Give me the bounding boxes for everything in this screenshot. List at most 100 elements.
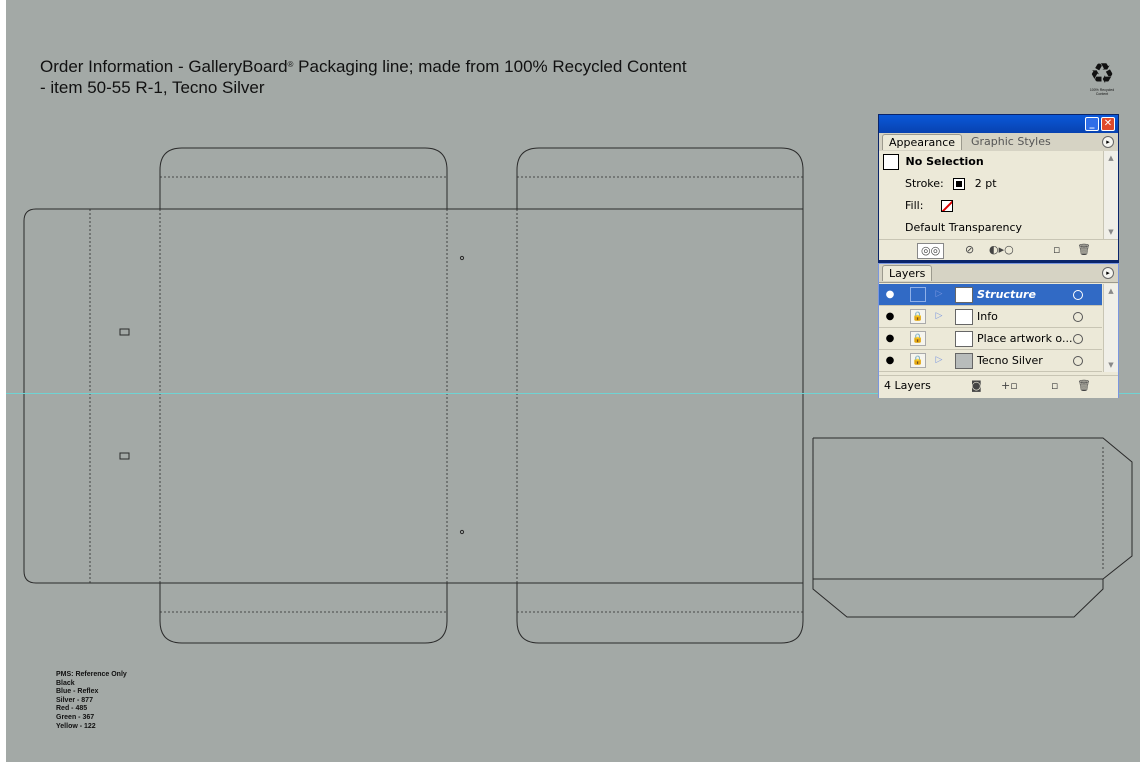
- panel-menu-button[interactable]: ▸: [1102, 136, 1114, 148]
- selection-label: No Selection: [905, 155, 984, 168]
- fill-none-swatch[interactable]: [940, 200, 953, 212]
- visibility-eye-icon[interactable]: ●: [882, 353, 898, 368]
- appearance-panel: _ ✕ Appearance Graphic Styles ▸ No Selec…: [878, 114, 1119, 263]
- slot-upper: [119, 328, 130, 336]
- appearance-scrollbar[interactable]: ▲ ▼: [1103, 151, 1118, 239]
- main-body-outline: [90, 208, 804, 584]
- bottom-flap-1: [159, 583, 448, 644]
- layer-row-structure[interactable]: ● ▷ Structure: [879, 284, 1102, 306]
- pms-line: Black: [56, 679, 75, 687]
- expand-triangle-icon[interactable]: ▷: [934, 309, 944, 324]
- appearance-body: No Selection Stroke: 2 pt Fill: Default …: [879, 151, 1118, 260]
- minimize-button[interactable]: _: [1085, 117, 1099, 131]
- pms-line: Blue - Reflex: [56, 688, 99, 696]
- scroll-up-icon[interactable]: ▲: [1106, 286, 1116, 296]
- reduce-to-basic-icon[interactable]: ◐▸○: [989, 243, 1014, 257]
- transparency-label: Default Transparency: [905, 221, 1023, 234]
- stroke-color-icon: [956, 181, 963, 187]
- lock-toggle[interactable]: [910, 287, 926, 302]
- stroke-swatch[interactable]: [953, 178, 966, 190]
- layer-target-icon[interactable]: [1073, 312, 1083, 322]
- new-sublayer-icon[interactable]: +▫: [1001, 379, 1018, 393]
- hole-lower: [459, 529, 465, 535]
- layer-target-icon[interactable]: [1073, 334, 1083, 344]
- delete-layer-icon[interactable]: 🗑: [1077, 379, 1091, 393]
- delete-item-icon[interactable]: 🗑: [1077, 243, 1091, 257]
- tab-appearance[interactable]: Appearance: [882, 134, 963, 150]
- layer-name[interactable]: Info: [977, 306, 998, 328]
- lock-icon[interactable]: 🔒: [910, 309, 926, 324]
- selection-swatch: [883, 154, 899, 170]
- layer-target-icon[interactable]: [1073, 290, 1083, 300]
- layer-thumbnail: [955, 287, 973, 303]
- new-art-basic-icon[interactable]: ◎◎: [917, 243, 945, 259]
- visibility-eye-icon[interactable]: ●: [882, 287, 898, 302]
- layer-row-place-artwork[interactable]: ● 🔒 Place artwork o...: [879, 328, 1102, 350]
- top-flap-2: [516, 147, 804, 209]
- fill-row[interactable]: Fill:: [879, 195, 1102, 217]
- lock-icon[interactable]: 🔒: [910, 331, 926, 346]
- bottom-flap-2: [516, 583, 804, 644]
- pms-line: Yellow - 122: [56, 722, 96, 730]
- expand-triangle-icon[interactable]: ▷: [934, 353, 944, 368]
- layers-bottombar: 4 Layers ◙ +▫ ▫ 🗑: [879, 375, 1118, 398]
- pms-line: Green - 367: [56, 713, 95, 721]
- recycle-logo: ♻ 100% Recycled Content: [1087, 57, 1117, 97]
- recycle-logo-caption: 100% Recycled Content: [1089, 88, 1115, 96]
- fill-label: Fill:: [905, 199, 924, 212]
- layers-menu-button[interactable]: ▸: [1102, 267, 1114, 279]
- pms-line: Silver - 877: [56, 696, 93, 704]
- tab-graphic-styles[interactable]: Graphic Styles: [965, 134, 1057, 150]
- transparency-row[interactable]: Default Transparency: [879, 217, 1102, 239]
- stroke-label: Stroke:: [905, 177, 944, 190]
- visibility-eye-icon[interactable]: ●: [882, 331, 898, 346]
- layer-thumbnail: [955, 331, 973, 347]
- title-line1-pre: Order Information - GalleryBoard: [40, 57, 288, 76]
- layer-thumbnail: [955, 353, 973, 369]
- order-info-title: Order Information - GalleryBoard® Packag…: [40, 56, 687, 98]
- clear-appearance-icon[interactable]: ⊘: [965, 243, 974, 257]
- registered-mark: ®: [287, 60, 294, 69]
- slot-lower: [119, 452, 130, 460]
- layer-name[interactable]: Tecno Silver: [977, 350, 1043, 372]
- layer-thumbnail: [955, 309, 973, 325]
- duplicate-item-icon[interactable]: ▫: [1053, 243, 1060, 257]
- none-slash-icon: [941, 201, 952, 211]
- layers-tabrow: Layers ▸: [879, 264, 1118, 283]
- stroke-value: 2 pt: [974, 177, 997, 190]
- recycle-icon: ♻: [1089, 57, 1115, 90]
- title-line2: - item 50-55 R-1, Tecno Silver: [40, 78, 265, 97]
- tuck-flap: [812, 579, 1104, 618]
- scroll-down-icon[interactable]: ▼: [1106, 360, 1116, 370]
- layers-scrollbar[interactable]: ▲ ▼: [1103, 284, 1118, 372]
- scroll-up-icon[interactable]: ▲: [1106, 153, 1116, 163]
- appearance-tabrow: Appearance Graphic Styles ▸: [879, 133, 1118, 152]
- layer-name[interactable]: Place artwork o...: [977, 328, 1072, 350]
- stroke-row[interactable]: Stroke: 2 pt: [879, 173, 1102, 195]
- layer-row-tecno-silver[interactable]: ● 🔒 ▷ Tecno Silver: [879, 350, 1102, 372]
- selection-row[interactable]: No Selection: [879, 151, 1102, 173]
- layers-panel: Layers ▸ ● ▷ Structure ● 🔒 ▷ Info ● 🔒 Pl…: [878, 263, 1119, 398]
- layer-name[interactable]: Structure: [977, 284, 1036, 306]
- title-line1-post: Packaging line; made from 100% Recycled …: [293, 57, 687, 76]
- tuck-panel-outline: [812, 437, 1133, 580]
- close-button[interactable]: ✕: [1101, 117, 1115, 131]
- scroll-down-icon[interactable]: ▼: [1106, 227, 1116, 237]
- panel-titlebar[interactable]: _ ✕: [879, 115, 1118, 133]
- pms-line: Red - 485: [56, 705, 88, 713]
- expand-triangle-icon[interactable]: ▷: [934, 287, 944, 302]
- tab-layers[interactable]: Layers: [882, 265, 933, 281]
- hole-upper: [459, 255, 465, 261]
- left-side-panel-outline: [23, 208, 90, 584]
- visibility-eye-icon[interactable]: ●: [882, 309, 898, 324]
- top-flap-1: [159, 147, 448, 209]
- layer-count: 4 Layers: [884, 379, 931, 392]
- layer-row-info[interactable]: ● 🔒 ▷ Info: [879, 306, 1102, 328]
- lock-icon[interactable]: 🔒: [910, 353, 926, 368]
- pms-line: PMS: Reference Only: [56, 671, 127, 678]
- layer-target-icon[interactable]: [1073, 356, 1083, 366]
- new-layer-icon[interactable]: ▫: [1051, 379, 1058, 393]
- appearance-bottombar: ◎◎ ⊘ ◐▸○ ▫ 🗑: [879, 239, 1118, 260]
- pms-notes: PMS: Reference Only Black Blue - Reflex …: [56, 671, 127, 731]
- make-clipping-mask-icon[interactable]: ◙: [971, 379, 982, 393]
